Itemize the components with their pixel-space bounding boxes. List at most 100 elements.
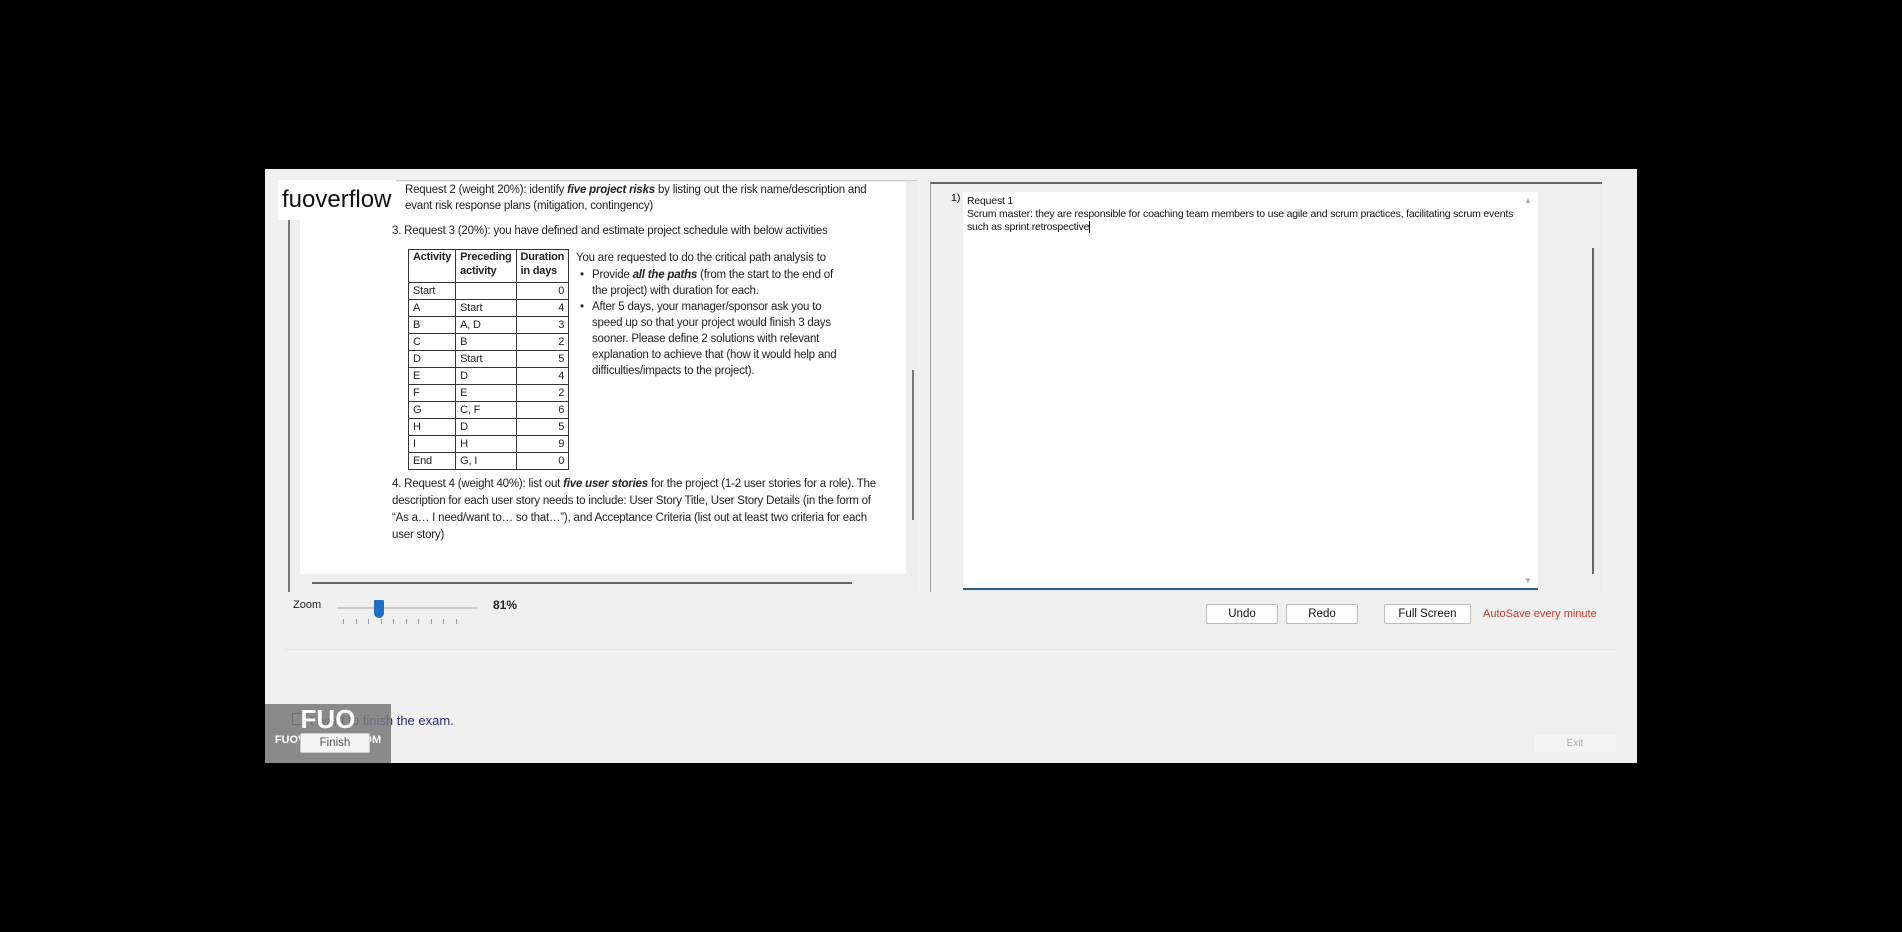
request2-line1: Request 2 (weight 20%): identify five pr… (405, 184, 867, 196)
bullet-icon: • (580, 301, 584, 313)
undo-button[interactable]: Undo (1206, 604, 1278, 624)
table-cell: 2 (515, 384, 570, 402)
table-cell: C, F (455, 401, 517, 419)
request4-line: user story) (392, 529, 445, 541)
bullet-icon: • (580, 269, 584, 281)
table-cell: D (407, 350, 457, 368)
text: 4. Request 4 (weight 40%): list out (392, 478, 564, 490)
table-cell: D (455, 367, 517, 385)
text: by listing out the risk name/description… (654, 184, 867, 196)
scroll-up-arrow-icon[interactable]: ▲ (1524, 196, 1532, 205)
answer-textarea[interactable]: Request 1 Scrum master: they are respons… (963, 192, 1538, 590)
slider-tick (355, 619, 357, 624)
bullet2-line: speed up so that your project would fini… (592, 317, 831, 329)
scroll-down-arrow-icon[interactable]: ▼ (1524, 576, 1532, 585)
table-cell: Start (455, 350, 517, 368)
table-cell: 6 (515, 401, 570, 419)
emphasis: five user stories (563, 478, 648, 490)
bullet1-line2: the project) with duration for each. (592, 285, 759, 297)
table-row: HD5 (407, 418, 570, 436)
bullet1: Provide all the paths (from the start to… (592, 269, 833, 281)
slider-tick (380, 619, 382, 624)
table-cell: A (407, 299, 457, 317)
table-cell: 0 (515, 282, 570, 300)
exit-button[interactable]: Exit (1533, 733, 1617, 753)
table-cell: F (407, 384, 457, 402)
table-cell: G (407, 401, 457, 419)
answer-number: 1) (951, 192, 961, 204)
slider-tick (418, 619, 419, 624)
column-header: Preceding activity (455, 249, 517, 283)
header-line: in days (520, 265, 558, 277)
zoom-value: 81% (493, 598, 518, 612)
header-line: Duration (520, 251, 565, 263)
request4-line1: 4. Request 4 (weight 40%): list out five… (392, 478, 876, 490)
slider-tick (368, 619, 369, 624)
finish-button[interactable]: Finish (300, 733, 370, 753)
table-cell: 5 (515, 418, 570, 436)
table-row: FE2 (407, 384, 570, 402)
bullet2-line: sooner. Please define 2 solutions with r… (592, 333, 820, 345)
table-cell: 4 (515, 367, 570, 385)
table-cell: H (455, 435, 517, 453)
table-row: Start 0 (407, 282, 570, 300)
text: for the project (1-2 user stories for a … (647, 478, 876, 490)
vertical-scrollbar[interactable] (1592, 248, 1594, 574)
table-cell: 3 (515, 316, 570, 334)
text: Provide (592, 269, 633, 281)
slider-tick (443, 619, 444, 624)
zoom-slider-thumb[interactable] (374, 600, 384, 618)
instructions-intro: You are requested to do the critical pat… (576, 252, 826, 264)
table-cell: I (407, 435, 457, 453)
text-cursor (1089, 221, 1091, 233)
table-row: D Start 5 (407, 350, 570, 368)
table-cell: C (407, 333, 457, 351)
header-line: activity (460, 265, 497, 277)
header-row: Activity Preceding activity Duration in days (407, 249, 570, 283)
table-cell: B (407, 316, 457, 334)
table-row: CB2 (407, 333, 570, 351)
column-header: Activity (407, 249, 457, 283)
table-row: ED4 (407, 367, 570, 385)
column-header: Duration in days (515, 249, 570, 283)
slider-tick (430, 619, 432, 624)
redo-button[interactable]: Redo (1286, 604, 1358, 624)
activity-table: Activity Preceding activity Duration in days… (407, 249, 570, 470)
table-row: B A, D3 (407, 316, 570, 334)
request4-line: description for each user story needs to… (392, 495, 871, 507)
text: Request 2 (weight 20%): identify (405, 184, 568, 196)
table-cell: 0 (515, 452, 570, 470)
table-cell (455, 282, 517, 300)
slider-tick (343, 619, 344, 624)
header-line: Activity (413, 251, 452, 263)
bullet2-line: explanation to achieve that (how it woul… (592, 349, 837, 361)
zoom-slider-track[interactable] (337, 607, 477, 609)
table-row: A Start 4 (407, 299, 570, 317)
emphasis: all the paths (632, 269, 698, 281)
horizontal-scrollbar[interactable] (312, 582, 852, 584)
table-cell: D (455, 418, 517, 436)
table-cell: Start (407, 282, 457, 300)
table-cell: 2 (515, 333, 570, 351)
vertical-scrollbar[interactable] (912, 370, 914, 520)
table-cell: 9 (515, 435, 570, 453)
header-line: Preceding (460, 251, 512, 263)
table-cell: A, D (455, 316, 517, 334)
badge-logo: FUO (300, 704, 356, 734)
full-screen-button[interactable]: Full Screen (1384, 604, 1471, 624)
autosave-notice: AutoSave every minute (1483, 608, 1597, 620)
table-cell: H (407, 418, 457, 436)
text: (from the start to the end of (697, 269, 833, 281)
table-cell: 4 (515, 299, 570, 317)
table-row: G C, F6 (407, 401, 570, 419)
table-cell: Start (455, 299, 517, 317)
table-cell: 5 (515, 350, 570, 368)
emphasis: five project risks (567, 184, 655, 196)
slider-tick (455, 619, 457, 624)
bullet2-line: After 5 days, your manager/sponsor ask y… (592, 301, 822, 313)
question-document: Request 2 (weight 20%): identify five pr… (300, 182, 906, 574)
slider-tick (405, 619, 407, 624)
request4-line: “As a… I need/want to… so that…”), and A… (392, 512, 867, 524)
table-cell: G, I (455, 452, 517, 470)
request2-line2: evant risk response plans (mitigation, c… (405, 200, 654, 212)
